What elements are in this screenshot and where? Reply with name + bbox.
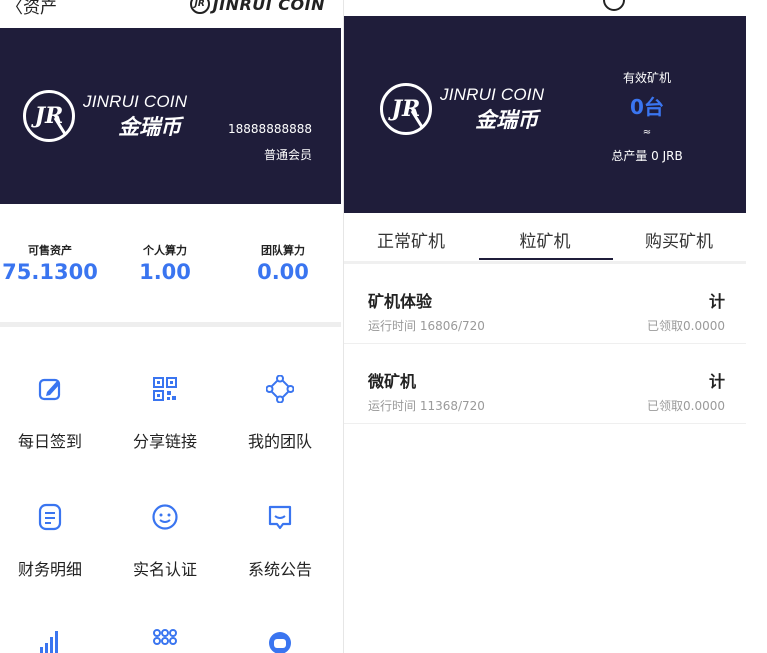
miner-name: 矿机体验 — [368, 292, 433, 311]
stat-value: 0.00 — [257, 260, 309, 284]
menu-label: 分享链接 — [132, 432, 197, 451]
effective-miners-label: 有效矿机 — [622, 71, 671, 85]
stat-label: 团队算力 — [261, 244, 305, 257]
headset-icon — [265, 626, 295, 653]
menu-item-partial[interactable] — [223, 626, 337, 653]
miner-runtime: 运行时间 16806/720 — [368, 319, 485, 333]
signal-bars-icon — [35, 626, 65, 653]
stat-label: 可售资产 — [28, 244, 72, 257]
miner-claimed: 已领取0.0000 — [647, 319, 725, 333]
menu-label: 系统公告 — [247, 560, 312, 579]
topbar-logo: JR JINRUI COIN — [189, 0, 325, 14]
approx-symbol: ≈ — [642, 127, 652, 138]
top-bar — [344, 0, 767, 16]
brand-name-cn: 金瑞币 — [475, 107, 539, 132]
assets-panel: 〈资产 JR JINRUI COIN JR JINRUI COIN 金瑞币 18… — [0, 0, 343, 653]
qrcode-icon — [150, 374, 180, 404]
miner-banner: JR JINRUI COIN 金瑞币 有效矿机 0台 ≈ 总产量 0 JRB — [344, 16, 746, 213]
back-button[interactable]: 〈资产 — [6, 0, 57, 18]
brand-logo: JR JINRUI COIN 金瑞币 — [380, 83, 544, 135]
effective-miners-value: 0台 — [630, 95, 664, 119]
asset-stats: 可售资产 75.1300 个人算力 1.00 团队算力 0.00 — [0, 204, 341, 322]
jr-logo-icon: JR — [23, 90, 75, 142]
stat-personal-power: 个人算力 1.00 — [108, 242, 222, 284]
menu-label: 财务明细 — [17, 560, 82, 579]
miner-name: 微矿机 — [368, 372, 417, 391]
menu-share-link[interactable]: 分享链接 — [108, 374, 222, 452]
menu-daily-checkin[interactable]: 每日签到 — [0, 374, 107, 452]
miner-claimed: 已领取0.0000 — [647, 399, 725, 413]
menu-finance-detail[interactable]: 财务明细 — [0, 502, 107, 580]
miner-calc: 计 — [708, 372, 725, 391]
jr-logo-icon: JR — [380, 83, 432, 135]
stat-value: 75.1300 — [2, 260, 98, 284]
brand-logo: JR JINRUI COIN 金瑞币 — [23, 90, 187, 142]
total-output: 总产量 0 JRB — [611, 149, 683, 163]
tab-grain-miners[interactable]: 粒矿机 — [478, 227, 612, 252]
active-tab-indicator — [479, 258, 613, 260]
account-banner: JR JINRUI COIN 金瑞币 18888888888 普通会员 — [0, 28, 341, 204]
miner-tabs: 正常矿机 粒矿机 购买矿机 — [344, 213, 746, 261]
menu-label: 实名认证 — [132, 560, 197, 579]
section-divider — [0, 322, 341, 327]
brand-name-cn: 金瑞币 — [118, 114, 182, 139]
menu-item-partial[interactable] — [0, 626, 107, 653]
stat-team-power: 团队算力 0.00 — [226, 242, 340, 284]
menu-label: 每日签到 — [17, 432, 82, 451]
topbar-brand-text: JINRUI COIN — [212, 0, 325, 14]
menu-item-partial[interactable] — [108, 626, 222, 653]
logo-mark-icon: JR — [189, 0, 210, 14]
miner-row[interactable]: 矿机体验 计 运行时间 16806/720 已领取0.0000 — [344, 264, 746, 344]
miner-row[interactable]: 微矿机 计 运行时间 11368/720 已领取0.0000 — [344, 344, 746, 424]
edit-icon — [35, 374, 65, 404]
user-phone: 18888888888 — [228, 122, 312, 136]
top-bar: 〈资产 JR JINRUI COIN — [0, 0, 343, 28]
tab-buy-miners[interactable]: 购买矿机 — [612, 227, 746, 252]
stat-sellable-assets: 可售资产 75.1300 — [0, 242, 107, 284]
menu-my-team[interactable]: 我的团队 — [223, 374, 337, 452]
menu-real-name-auth[interactable]: 实名认证 — [108, 502, 222, 580]
message-icon — [265, 502, 295, 532]
brand-name-en: JINRUI COIN — [83, 91, 188, 111]
menu-label: 我的团队 — [247, 432, 312, 451]
stat-value: 1.00 — [139, 260, 191, 284]
member-level: 普通会员 — [263, 148, 312, 162]
miner-runtime: 运行时间 11368/720 — [368, 399, 485, 413]
team-nodes-icon — [265, 374, 295, 404]
logo-mark-icon — [603, 0, 625, 11]
grid-dots-icon — [150, 626, 180, 653]
document-icon — [35, 502, 65, 532]
smile-icon — [150, 502, 180, 532]
miner-calc: 计 — [708, 292, 725, 311]
brand-name-en: JINRUI COIN — [440, 84, 545, 104]
miner-panel: JR JINRUI COIN 金瑞币 有效矿机 0台 ≈ 总产量 0 JRB 正… — [343, 0, 767, 653]
menu-system-notice[interactable]: 系统公告 — [223, 502, 337, 580]
tab-normal-miners[interactable]: 正常矿机 — [344, 227, 478, 252]
stat-label: 个人算力 — [143, 244, 187, 257]
